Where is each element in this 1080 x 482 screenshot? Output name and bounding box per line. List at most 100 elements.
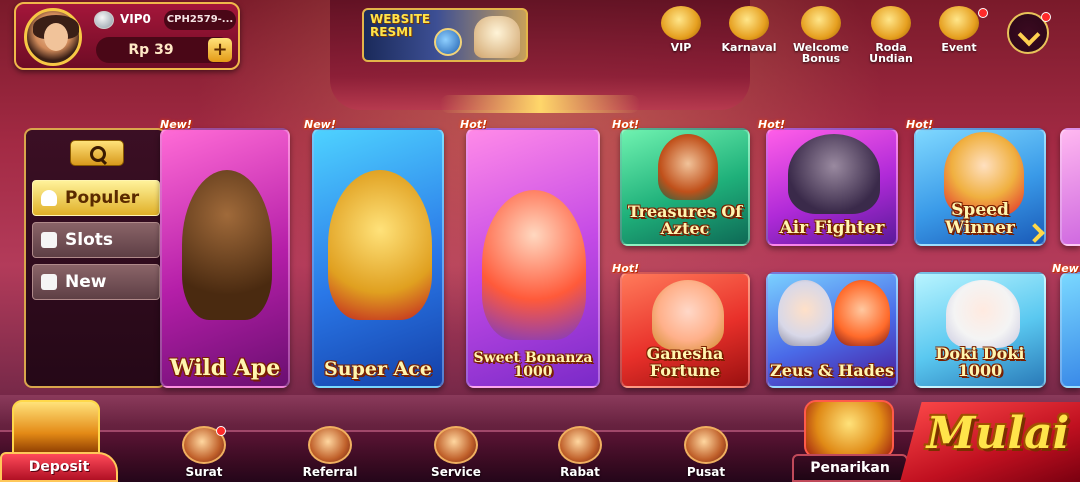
nav-pusat[interactable]: Pusat (666, 426, 746, 479)
category-new[interactable]: New (32, 264, 160, 300)
game-card-super-ace[interactable]: Super Ace (312, 128, 444, 388)
game-tag: Hot! (758, 118, 786, 131)
top-menu-label: Karnaval (721, 41, 777, 54)
balance-box: Rp 39 + (96, 37, 232, 63)
game-card-wild-ape[interactable]: Wild Ape (160, 128, 290, 388)
game-title: Wild Ape (169, 354, 281, 381)
nav-rabat[interactable]: Rabat (540, 426, 620, 479)
mascot-icon (474, 16, 520, 58)
withdraw-button[interactable]: Penarikan (792, 398, 910, 482)
game-card-partial[interactable] (1060, 128, 1080, 246)
nav-label: Surat (185, 465, 223, 479)
game-tag: Hot! (460, 118, 488, 131)
search-icon[interactable] (70, 140, 124, 166)
top-menu-karnaval[interactable]: Karnaval (718, 6, 780, 53)
nav-surat[interactable]: Surat (164, 426, 244, 479)
notification-dot (1041, 12, 1051, 22)
zeus-character (778, 280, 832, 346)
game-title: Ganesha Fortune (646, 344, 724, 381)
game-title: Zeus & Hades (770, 361, 894, 381)
website-resmi-banner[interactable]: WEBSITE RESMI (362, 8, 528, 62)
nav-label: Referral (302, 465, 358, 479)
handshake-icon (308, 426, 352, 464)
top-menu: VIP Karnaval Welcome Bonus Roda Undian E… (650, 6, 1000, 64)
nav-label: Pusat (686, 465, 726, 479)
category-slots[interactable]: Slots (32, 222, 160, 258)
game-tag: New! (160, 118, 192, 131)
headset-icon (434, 426, 478, 464)
category-label: Slots (65, 230, 113, 250)
category-populer[interactable]: Populer (32, 180, 160, 216)
game-title: Treasures Of Aztec (627, 202, 743, 239)
globe-icon (434, 28, 462, 56)
game-tag: Hot! (612, 262, 640, 275)
withdraw-label: Penarikan (792, 454, 908, 482)
game-card-sweet-bonanza-1000[interactable]: Sweet Bonanza 1000 (466, 128, 600, 388)
avatar-face (44, 23, 68, 51)
treasure-chest-icon (12, 400, 100, 456)
document-icon (684, 426, 728, 464)
game-card-partial[interactable] (1060, 272, 1080, 388)
game-card-ganesha-fortune[interactable]: Ganesha Fortune (620, 272, 750, 388)
nav-referral[interactable]: Referral (290, 426, 370, 479)
top-menu-label: Event (941, 41, 977, 54)
gold-coins-icon (804, 400, 894, 458)
clown-girl-character (482, 190, 586, 340)
hades-character (834, 280, 890, 346)
vip-badge-icon (94, 11, 114, 29)
nav-service[interactable]: Service (416, 426, 496, 479)
game-title: Sweet Bonanza 1000 (473, 349, 593, 381)
crown-icon (661, 6, 701, 40)
vip-level: VIP0 (120, 12, 151, 26)
game-title: Air Fighter (779, 218, 885, 239)
ganesha-character (652, 280, 724, 350)
game-card-doki-doki-1000[interactable]: Doki Doki 1000 (914, 272, 1046, 388)
ape-character (182, 170, 272, 320)
game-tag: Hot! (612, 118, 640, 131)
top-menu-welcome-bonus[interactable]: Welcome Bonus (790, 6, 852, 64)
game-card-speed-winner[interactable]: Speed Winner (914, 128, 1046, 246)
coin-bag-icon (801, 6, 841, 40)
rebate-coin-icon (558, 426, 602, 464)
start-label: Mulai (926, 408, 1070, 459)
category-sidebar: Populer Slots New (24, 128, 166, 388)
top-menu-event[interactable]: Event (928, 6, 990, 53)
anime-girl-character (946, 280, 1020, 348)
start-button[interactable]: Mulai (900, 402, 1080, 482)
add-funds-button[interactable]: + (208, 38, 232, 62)
game-card-zeus-and-hades[interactable]: Zeus & Hades (766, 272, 898, 388)
game-title: Super Ace (324, 358, 432, 381)
avatar[interactable] (24, 8, 82, 66)
profile-panel[interactable]: VIP0 CPH2579-... Rp 39 + (14, 2, 240, 70)
game-card-air-fighter[interactable]: Air Fighter (766, 128, 898, 246)
top-menu-vip[interactable]: VIP (650, 6, 712, 53)
gorilla-character (788, 134, 880, 214)
game-tag: Hot! (906, 118, 934, 131)
notification-dot (978, 8, 988, 18)
notification-dot (216, 426, 226, 436)
nav-label: Service (431, 465, 481, 479)
game-tag: New (1052, 262, 1079, 275)
deposit-label: Deposit (0, 452, 118, 482)
top-menu-label: Welcome Bonus (793, 41, 849, 65)
hand-icon (41, 190, 57, 206)
category-label: New (65, 272, 107, 292)
chevron-down-icon[interactable] (1007, 12, 1051, 54)
nav-label: Rabat (560, 465, 600, 479)
gift-box-icon (939, 6, 979, 40)
top-menu-roda-undian[interactable]: Roda Undian (860, 6, 922, 64)
stage-light (440, 95, 640, 113)
slot-7-icon (41, 232, 57, 248)
balance-amount: Rp 39 (128, 42, 174, 58)
aztec-queen-character (658, 134, 718, 200)
jester-crown-character (328, 170, 432, 320)
prize-wheel-icon (871, 6, 911, 40)
game-card-treasures-of-aztec[interactable]: Treasures Of Aztec (620, 128, 750, 246)
player-id: CPH2579-... (164, 10, 236, 30)
new-burst-icon (41, 274, 57, 290)
category-label: Populer (65, 188, 140, 208)
top-menu-label: Roda Undian (869, 41, 913, 65)
deposit-button[interactable]: Deposit (0, 400, 120, 482)
shield-trophy-icon (729, 6, 769, 40)
game-title: Doki Doki 1000 (935, 344, 1025, 381)
